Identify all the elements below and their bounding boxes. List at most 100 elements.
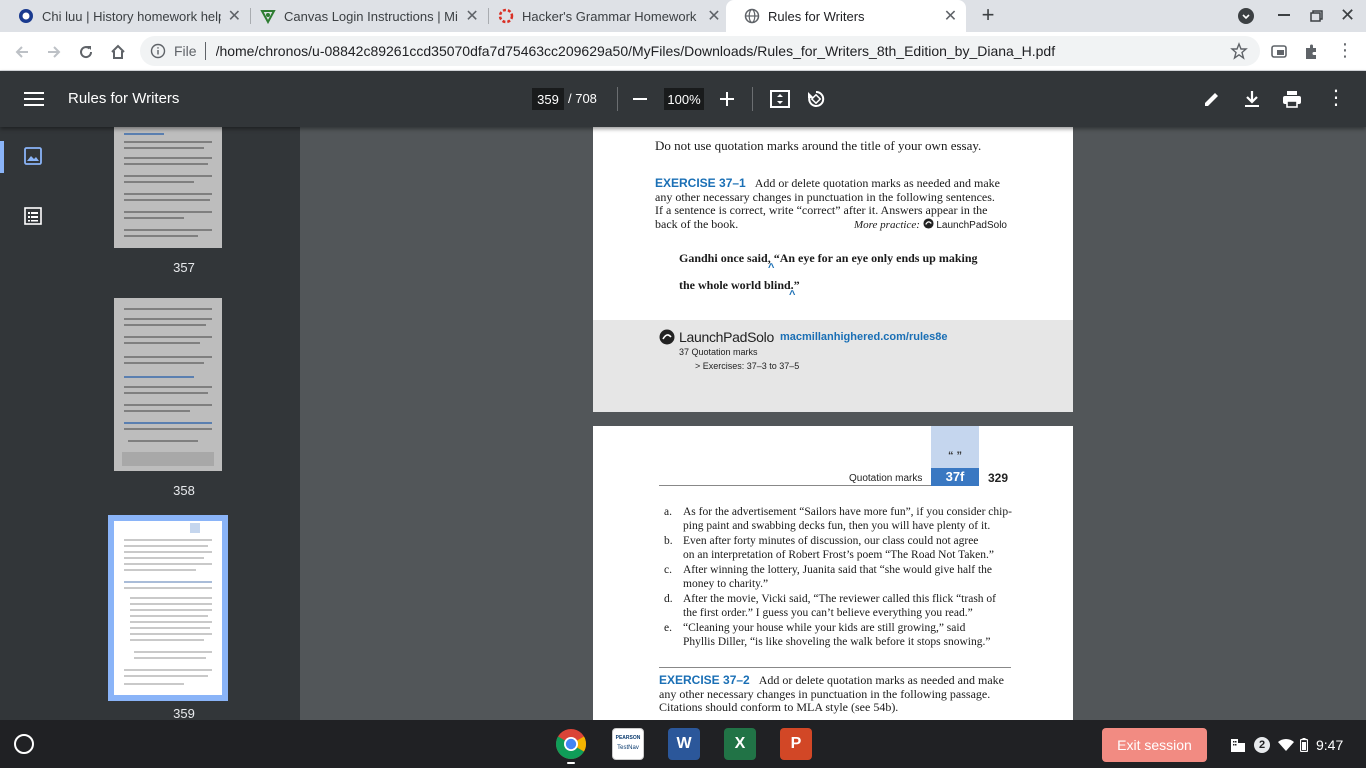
thumb-text-line bbox=[128, 440, 198, 442]
excel-app[interactable]: X bbox=[724, 728, 756, 760]
rotate-button[interactable] bbox=[804, 87, 828, 111]
list-item: a. As for the advertisement “Sailors hav… bbox=[664, 506, 1012, 533]
close-icon[interactable]: ✕ bbox=[464, 6, 480, 26]
address-bar[interactable]: File /home/chronos/u-08842c89261ccd35070… bbox=[140, 36, 1260, 66]
pdf-page-upper: Do not use quotation marks around the ti… bbox=[593, 127, 1073, 412]
running-head-rule bbox=[659, 485, 931, 486]
thumb-text-line bbox=[124, 133, 164, 135]
back-button[interactable] bbox=[10, 40, 34, 64]
example-sentence-line: Gandhi once said, “An eye for an eye onl… bbox=[679, 251, 978, 265]
banner-chapter: 37 Quotation marks bbox=[679, 347, 758, 357]
system-shelf: PEARSON TestNav W X P Exit session 2 9:4… bbox=[0, 720, 1366, 768]
annotate-button[interactable] bbox=[1200, 87, 1224, 111]
thumb-text-line bbox=[124, 324, 206, 326]
thumb-text-line bbox=[124, 147, 204, 149]
tab-history-homework[interactable]: Chi luu | History homework help ✕ bbox=[0, 0, 250, 32]
pdf-more-button[interactable]: ⋮ bbox=[1326, 88, 1346, 108]
extensions-icon[interactable] bbox=[1302, 43, 1320, 61]
reload-icon bbox=[80, 46, 93, 59]
item-line: After the movie, Vicki said, “The review… bbox=[683, 593, 996, 605]
thumbnails-view-button[interactable] bbox=[24, 147, 42, 170]
thumb-text-line bbox=[130, 597, 212, 599]
browser-toolbar: File /home/chronos/u-08842c89261ccd35070… bbox=[0, 32, 1366, 71]
close-icon[interactable]: ✕ bbox=[227, 6, 242, 26]
sidebar-menu-button[interactable] bbox=[22, 87, 46, 111]
thumb-text-line bbox=[124, 581, 212, 583]
exercise-line: any other necessary changes in punctuati… bbox=[659, 686, 991, 701]
item-line: Even after forty minutes of discussion, … bbox=[683, 535, 979, 547]
browser-menu-button[interactable]: ⋮ bbox=[1336, 41, 1354, 59]
reload-button[interactable] bbox=[74, 40, 98, 64]
word-app[interactable]: W bbox=[668, 728, 700, 760]
minimize-button[interactable] bbox=[1278, 14, 1290, 16]
tab-rules-for-writers[interactable]: Rules for Writers ✕ bbox=[726, 0, 966, 32]
fit-page-button[interactable] bbox=[768, 87, 792, 111]
page-thumbnail-357[interactable] bbox=[114, 127, 222, 248]
close-icon[interactable]: ✕ bbox=[706, 6, 722, 26]
chrome-icon bbox=[555, 729, 587, 760]
thumb-banner bbox=[122, 452, 214, 466]
exit-session-button[interactable]: Exit session bbox=[1102, 728, 1207, 762]
item-line: on an interpretation of Robert Frost’s p… bbox=[683, 548, 995, 561]
close-icon[interactable]: ✕ bbox=[943, 6, 958, 26]
launcher-button[interactable] bbox=[14, 734, 34, 754]
page-thumbnail-359[interactable] bbox=[108, 515, 228, 701]
divider bbox=[752, 87, 753, 111]
restore-button[interactable] bbox=[1310, 10, 1324, 22]
cast-icon[interactable] bbox=[1270, 43, 1288, 61]
tab-search-button[interactable] bbox=[1238, 8, 1254, 24]
zoom-out-button[interactable] bbox=[628, 87, 652, 111]
page-thumbnail-358[interactable] bbox=[114, 298, 222, 471]
arrow-right-icon bbox=[48, 46, 61, 58]
url-text[interactable]: /home/chronos/u-08842c89261ccd35070dfa7d… bbox=[216, 43, 1116, 59]
star-icon[interactable] bbox=[1230, 42, 1248, 60]
thumb-text-line bbox=[130, 621, 212, 623]
status-tray[interactable]: 2 9:47 bbox=[1222, 730, 1358, 760]
info-icon[interactable] bbox=[150, 43, 166, 59]
wifi-icon bbox=[1278, 738, 1294, 751]
launchpad-link[interactable]: macmillanhighered.com/rules8e bbox=[780, 331, 948, 343]
pdf-title: Rules for Writers bbox=[68, 90, 180, 107]
outline-view-button[interactable] bbox=[24, 207, 42, 230]
thumb-text-line bbox=[124, 569, 196, 571]
thumbnail-label: 358 bbox=[173, 483, 195, 498]
powerpoint-app[interactable]: P bbox=[780, 728, 812, 760]
chrome-app[interactable] bbox=[555, 728, 587, 764]
section-tab-top: “ ” bbox=[931, 426, 979, 468]
print-button[interactable] bbox=[1280, 87, 1304, 111]
pdf-document-area[interactable]: Do not use quotation marks around the ti… bbox=[300, 127, 1366, 720]
new-tab-button[interactable]: + bbox=[976, 4, 1000, 28]
tab-strip: Chi luu | History homework help ✕ Canvas… bbox=[0, 0, 1366, 32]
forward-button[interactable] bbox=[42, 40, 66, 64]
close-window-button[interactable]: ✕ bbox=[1340, 5, 1355, 26]
minus-icon bbox=[633, 98, 647, 100]
thumb-text-line bbox=[124, 336, 212, 338]
item-letter: e. bbox=[664, 622, 672, 634]
thumb-text-line bbox=[124, 669, 212, 671]
title-rule-line: Do not use quotation marks around the ti… bbox=[655, 138, 982, 153]
tab-grammar-homework[interactable]: Hacker's Grammar Homework II ✕ bbox=[480, 0, 730, 32]
thumb-text-line bbox=[124, 539, 212, 541]
zoom-in-button[interactable] bbox=[715, 87, 739, 111]
pearson-testnav-app[interactable]: PEARSON TestNav bbox=[612, 728, 644, 760]
thumb-text-line bbox=[124, 386, 212, 388]
thumb-text-line bbox=[124, 157, 212, 159]
page-number-input[interactable]: 359 bbox=[532, 88, 564, 110]
sidebar-rail bbox=[0, 127, 68, 720]
exercise-37-1: EXERCISE 37–1 Add or delete quotation ma… bbox=[655, 176, 1007, 231]
chevron-down-icon bbox=[1242, 14, 1250, 20]
zoom-input[interactable]: 100% bbox=[664, 88, 704, 110]
running-indicator bbox=[567, 762, 575, 764]
thumb-text-line bbox=[130, 615, 208, 617]
thumb-text-line bbox=[124, 181, 194, 183]
tab-canvas-login[interactable]: Canvas Login Instructions | Miss ✕ bbox=[242, 0, 488, 32]
thumb-text-line bbox=[130, 609, 212, 611]
home-button[interactable] bbox=[106, 40, 130, 64]
list-item: b. Even after forty minutes of discussio… bbox=[664, 535, 1012, 562]
thumb-text-line bbox=[124, 193, 212, 195]
app-label: PEARSON bbox=[615, 735, 641, 741]
download-button[interactable] bbox=[1240, 87, 1264, 111]
banner-exercises: > Exercises: 37–3 to 37–5 bbox=[695, 361, 800, 371]
thumb-text-line bbox=[134, 657, 206, 659]
thumb-text-line bbox=[124, 175, 212, 177]
